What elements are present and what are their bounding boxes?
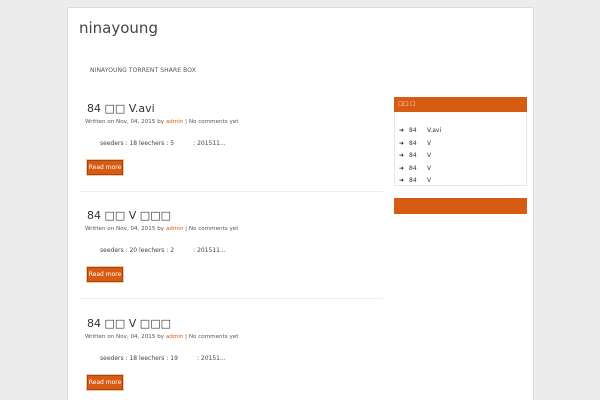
site-title[interactable]: ninayoung — [79, 19, 158, 37]
arrow-right-icon: ➜ — [399, 127, 405, 134]
sidebar-widget-list: ➜ 84 V.avi ➜ 84 V ➜ 84 V ➜ 84 V ➜ 84 V — [394, 112, 527, 186]
comments-link[interactable]: No comments yet — [189, 119, 239, 125]
post-meta: Written on Nov, 04, 2015 by admin | No c… — [85, 226, 238, 232]
sidebar-widget-title: □□ □ — [394, 97, 527, 112]
read-more-button[interactable]: Read more — [87, 160, 123, 175]
sidebar-item[interactable]: ➜ 84 V — [399, 176, 431, 186]
post-divider — [79, 191, 383, 192]
site-description: NINAYOUNG TORRENT SHARE BOX — [90, 67, 196, 74]
sidebar-widget-bar — [394, 198, 527, 214]
post-divider — [79, 298, 383, 299]
page-container: ninayoung NINAYOUNG TORRENT SHARE BOX 84… — [67, 7, 534, 400]
author-link[interactable]: admin — [166, 226, 184, 232]
author-link[interactable]: admin — [166, 334, 184, 340]
sidebar-item-number: 84 — [409, 164, 417, 172]
read-more-button[interactable]: Read more — [87, 375, 123, 390]
sidebar-item[interactable]: ➜ 84 V — [399, 139, 431, 149]
sidebar-item-label: V — [427, 152, 432, 159]
sidebar-item-number: 84 — [409, 139, 417, 147]
meta-prefix: Written on Nov, 04, 2015 by — [85, 119, 165, 125]
post-excerpt: seeders : 18 leechers : 5 : 201511... — [100, 140, 226, 147]
sidebar-item-label: V — [427, 164, 432, 172]
arrow-right-icon: ➜ — [399, 164, 405, 172]
post-excerpt: seeders : 18 leechers : 19 : 20151... — [100, 355, 226, 362]
sidebar-item-number: 84 — [409, 177, 417, 184]
sidebar-item-label: V.avi — [427, 127, 442, 134]
arrow-right-icon: ➜ — [399, 177, 405, 184]
sidebar-item[interactable]: ➜ 84 V — [399, 164, 431, 174]
author-link[interactable]: admin — [166, 119, 184, 125]
post-title[interactable]: 84 □□ V □□□ — [87, 317, 171, 330]
meta-prefix: Written on Nov, 04, 2015 by — [85, 334, 165, 340]
sidebar-item[interactable]: ➜ 84 V — [399, 151, 431, 161]
comments-link[interactable]: No comments yet — [189, 334, 239, 340]
arrow-right-icon: ➜ — [399, 152, 405, 159]
post-excerpt: seeders : 20 leechers : 2 : 201511... — [100, 247, 226, 254]
meta-prefix: Written on Nov, 04, 2015 by — [85, 226, 165, 232]
post-title[interactable]: 84 □□ V □□□ — [87, 209, 171, 222]
post-meta: Written on Nov, 04, 2015 by admin | No c… — [85, 119, 238, 125]
arrow-right-icon: ➜ — [399, 139, 405, 147]
post-meta: Written on Nov, 04, 2015 by admin | No c… — [85, 334, 238, 340]
comments-link[interactable]: No comments yet — [189, 226, 239, 232]
read-more-button[interactable]: Read more — [87, 267, 123, 282]
sidebar-item-number: 84 — [409, 152, 417, 159]
sidebar-item-label: V — [427, 177, 432, 184]
sidebar-item-label: V — [427, 139, 432, 147]
sidebar-item-number: 84 — [409, 127, 417, 134]
post-title[interactable]: 84 □□ V.avi — [87, 102, 155, 115]
sidebar-item[interactable]: ➜ 84 V.avi — [399, 126, 441, 136]
